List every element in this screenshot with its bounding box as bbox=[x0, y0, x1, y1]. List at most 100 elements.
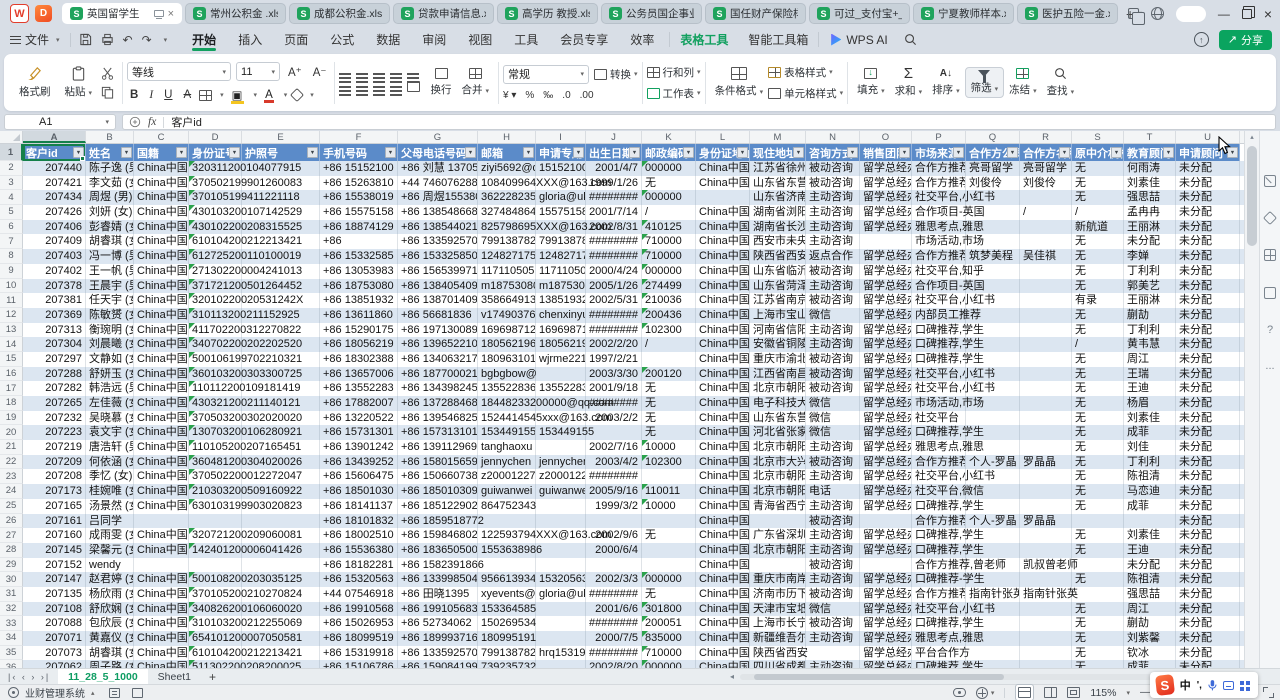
spreadsheet-grid[interactable]: ABCDEFGHIJKLMNOPQRSTU1客户id▼姓名▼国籍▼身份证号▼护照… bbox=[0, 131, 1280, 668]
cell[interactable]: 留学总经办 bbox=[860, 455, 912, 470]
cell[interactable]: 102300 bbox=[642, 455, 696, 470]
cell[interactable]: 四川省成都 bbox=[750, 660, 806, 668]
header-cell[interactable]: 出生日期▼ bbox=[586, 144, 642, 161]
keyboard-icon[interactable] bbox=[1223, 681, 1235, 690]
align-middle-icon[interactable] bbox=[356, 73, 368, 75]
horizontal-scroll-thumb[interactable] bbox=[754, 674, 1004, 680]
menu-tab-审阅[interactable]: 审阅 bbox=[411, 27, 457, 52]
column-header-T[interactable]: T bbox=[1124, 131, 1176, 143]
cell[interactable]: +86 bbox=[320, 234, 398, 249]
comment-tool-icon[interactable] bbox=[109, 688, 120, 698]
cell[interactable]: 留学总经办 bbox=[860, 323, 912, 338]
cell[interactable]: 刘晨曦 (女) bbox=[86, 337, 134, 352]
cell[interactable]: 河北省张家 bbox=[750, 425, 806, 440]
filter-button[interactable]: 筛选▾ bbox=[965, 67, 1005, 98]
cell[interactable]: 151521001 bbox=[536, 161, 586, 176]
cell[interactable]: 未分配 bbox=[1176, 455, 1240, 470]
filter-dropdown-icon[interactable]: ▼ bbox=[1007, 147, 1018, 158]
cell[interactable]: 山东省菏泽 bbox=[750, 279, 806, 294]
cell[interactable]: 王迪 bbox=[1124, 543, 1176, 558]
cell[interactable] bbox=[642, 352, 696, 367]
cell[interactable]: 500106199702210321 bbox=[189, 352, 242, 367]
help-icon[interactable]: ? bbox=[1267, 325, 1273, 335]
cell[interactable]: 吕同学 bbox=[86, 514, 134, 529]
cell[interactable]: China中国 bbox=[696, 602, 750, 617]
shapes-tool-icon[interactable] bbox=[1263, 211, 1277, 225]
cell[interactable]: 被动咨询 bbox=[806, 381, 860, 396]
cell[interactable]: 北京市朝阳 bbox=[750, 543, 806, 558]
cell[interactable]: +86 1971300890 bbox=[398, 323, 478, 338]
cell[interactable]: 654101200007050581 bbox=[189, 631, 242, 646]
cell[interactable]: China中国 bbox=[134, 602, 189, 617]
cell[interactable]: +44 7460762888 bbox=[398, 176, 478, 191]
cell[interactable]: 北京市朝阳 bbox=[750, 440, 806, 455]
cell[interactable]: 2002/8/20 bbox=[586, 660, 642, 668]
filter-dropdown-icon[interactable]: ▼ bbox=[573, 147, 584, 158]
share-button[interactable]: ↗分享 bbox=[1219, 30, 1272, 50]
cell[interactable]: 留学总经办 bbox=[860, 367, 912, 382]
cell[interactable]: China中国 bbox=[696, 425, 750, 440]
document-tab[interactable]: S常州公积金 .xlsx bbox=[185, 3, 286, 24]
cell[interactable]: 未分配 bbox=[1176, 176, 1240, 191]
filter-dropdown-icon[interactable]: ▼ bbox=[121, 147, 132, 158]
cell[interactable]: 153205635 bbox=[536, 572, 586, 587]
cell[interactable]: 北京市大兴 bbox=[750, 455, 806, 470]
cell[interactable]: 蒯劼 bbox=[1124, 616, 1176, 631]
cell[interactable]: China中国 bbox=[134, 572, 189, 587]
cell[interactable]: 主动咨询 bbox=[806, 543, 860, 558]
cell[interactable]: 无 bbox=[642, 411, 696, 426]
cell[interactable]: 主动咨询 bbox=[806, 660, 860, 668]
cell[interactable]: 200120 bbox=[642, 367, 696, 382]
cell[interactable]: 710000 bbox=[642, 646, 696, 661]
header-cell[interactable]: 现住地址▼ bbox=[750, 144, 806, 161]
cell[interactable]: +86 1991056838 bbox=[398, 602, 478, 617]
cell-style-button[interactable]: 单元格样式▾ bbox=[768, 86, 843, 101]
cell[interactable]: China中国 bbox=[696, 646, 750, 661]
cell[interactable] bbox=[536, 543, 586, 558]
cell[interactable]: 370503200302020020 bbox=[189, 411, 242, 426]
cell[interactable]: China中国 bbox=[696, 660, 750, 668]
cell[interactable]: 何雨涛 bbox=[1124, 161, 1176, 176]
view-layout-button[interactable] bbox=[1067, 687, 1080, 698]
cell[interactable]: 207434 bbox=[23, 190, 86, 205]
cell[interactable]: 207378 bbox=[23, 279, 86, 294]
search-icon[interactable] bbox=[904, 33, 917, 46]
cell[interactable]: 口碑推荐,学生 bbox=[912, 543, 966, 558]
increase-font-button[interactable]: A⁺ bbox=[285, 64, 305, 80]
cell[interactable]: 207165 bbox=[23, 499, 86, 514]
cell[interactable]: China中国 bbox=[134, 455, 189, 470]
workspace-icon[interactable] bbox=[1128, 8, 1139, 19]
row-number[interactable]: 1 bbox=[0, 144, 23, 161]
cell[interactable]: 825798695XXX@163.com bbox=[478, 220, 536, 235]
minimize-button[interactable]: — bbox=[1218, 7, 1230, 21]
cell[interactable]: 无 bbox=[642, 396, 696, 411]
cell[interactable]: +86 1850103098 bbox=[398, 484, 478, 499]
cell[interactable]: +86 18182281 bbox=[320, 558, 398, 573]
header-cell[interactable]: 护照号▼ bbox=[242, 144, 320, 161]
cell[interactable]: 2001/6/6 bbox=[586, 602, 642, 617]
cell[interactable]: 孟冉冉 bbox=[1124, 205, 1176, 220]
cell[interactable]: 河南省信阳 bbox=[750, 323, 806, 338]
header-cell[interactable]: 咨询方式▼ bbox=[806, 144, 860, 161]
outline-tool-icon[interactable] bbox=[132, 688, 143, 698]
cell[interactable]: +44 07546918 bbox=[320, 587, 398, 602]
cell[interactable]: 主动咨询 bbox=[806, 337, 860, 352]
decrease-font-button[interactable]: A⁻ bbox=[310, 64, 330, 80]
cell[interactable]: 130703200106280921 bbox=[189, 425, 242, 440]
cell[interactable]: 无 bbox=[1072, 616, 1124, 631]
column-header-I[interactable]: I bbox=[536, 131, 586, 143]
row-number[interactable]: 22 bbox=[0, 455, 23, 470]
cell[interactable]: China中国 bbox=[134, 469, 189, 484]
cell[interactable]: bgbgbow@ bbox=[478, 367, 536, 382]
cell[interactable] bbox=[189, 558, 242, 573]
cell[interactable]: 主动咨询 bbox=[806, 528, 860, 543]
cell[interactable]: 未分配 bbox=[1176, 660, 1240, 668]
cell[interactable]: 主动咨询 bbox=[806, 469, 860, 484]
cell[interactable]: 无 bbox=[1072, 381, 1124, 396]
cell[interactable]: 留学总经办 bbox=[860, 440, 912, 455]
cell[interactable]: 000000 bbox=[642, 161, 696, 176]
row-number[interactable]: 23 bbox=[0, 469, 23, 484]
cell[interactable]: 周煜 (男) bbox=[86, 190, 134, 205]
cell[interactable]: 310103200212255069 bbox=[189, 616, 242, 631]
cell[interactable] bbox=[1020, 660, 1072, 668]
